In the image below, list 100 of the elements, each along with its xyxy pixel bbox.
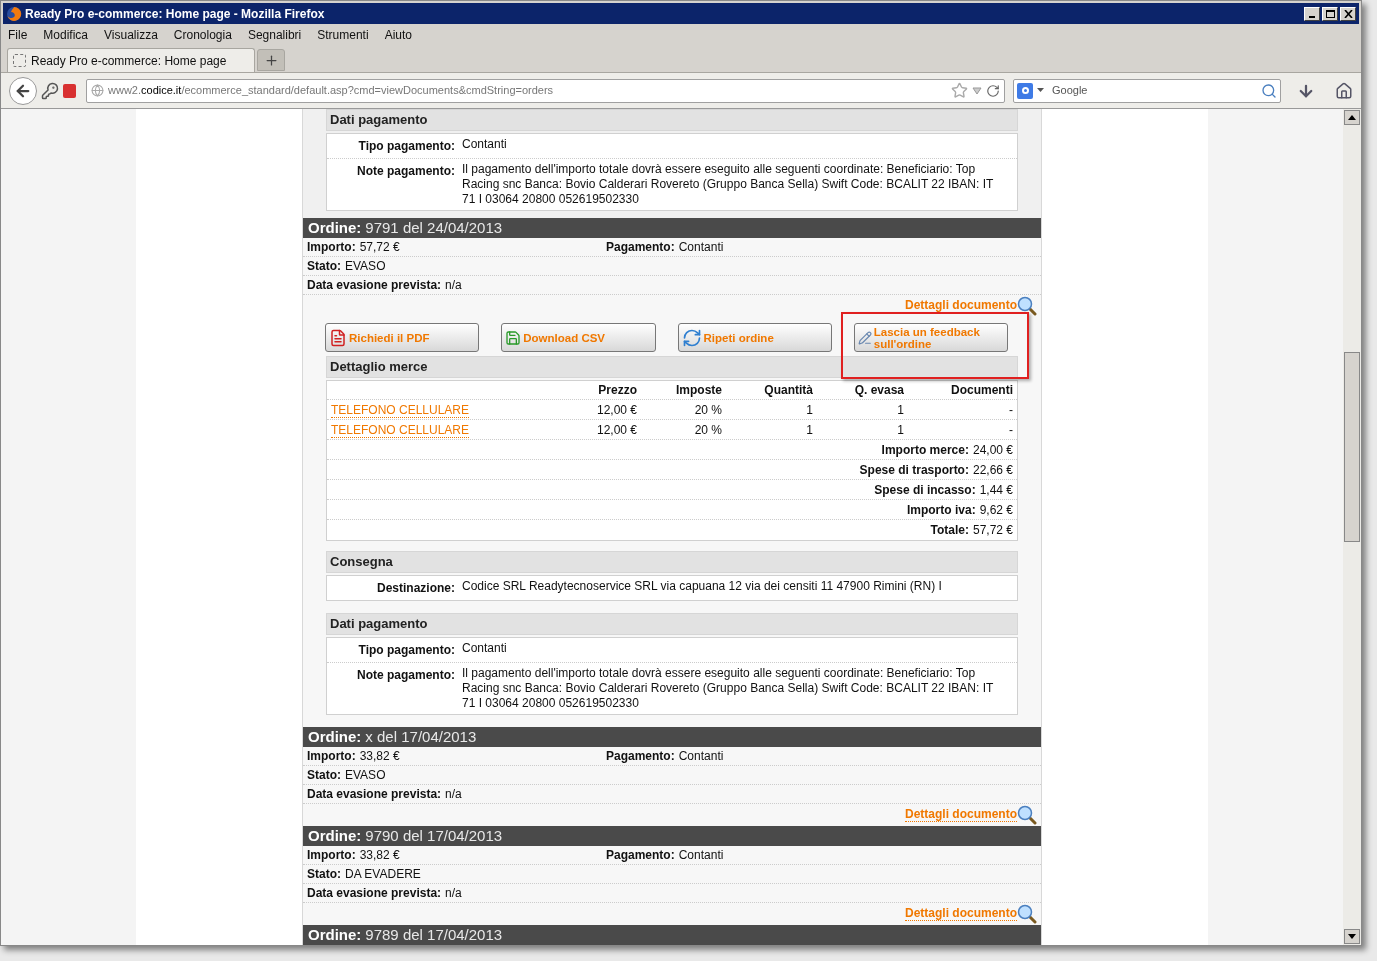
field-label: Stato: [307,767,341,784]
pdf-document-icon [329,328,347,347]
total-value: 57,72 € [972,522,1013,539]
column-header: Documenti [950,382,1013,399]
reload-icon[interactable] [986,83,1000,98]
field-value: Contanti [678,748,724,765]
total-value: 24,00 € [972,441,1013,459]
field-label: Stato: [307,866,341,883]
field-value: 57,72 € [359,239,400,256]
field-value: Il pagamento dell'importo totale dovrà essere eseguito alle seguenti coordinate: Beneficiario: Top Racing snc Banca: Bovio Calderari Rovereto (Gruppo Banca Sella) Swift Code: BCALIT 22 IBAN: IT 71 I 03064 20800 052619502330 [462,162,995,207]
magnifier-icon [1017,805,1037,825]
magnifier-icon [1017,904,1037,924]
minimize-button[interactable] [1304,6,1320,21]
refresh-icon [681,327,702,348]
search-icon[interactable] [1261,82,1277,99]
browser-tab[interactable]: Ready Pro e-commerce: Home page [7,48,255,72]
field-label: Tipo pagamento: [357,642,456,659]
total-label: Importo merce: [881,441,969,459]
section-header: Dati pagamento [326,109,1018,131]
new-tab-button[interactable] [257,49,285,71]
total-label: Spese di trasporto: [859,461,969,479]
scrollbar[interactable] [1343,109,1361,945]
total-value: 9,62 € [979,501,1013,519]
field-value: EVASO [345,258,386,275]
menu-item[interactable]: File [8,26,28,44]
total-label: Importo iva: [906,501,976,519]
total-label: Spese di incasso: [874,481,976,499]
dropdown-caret-icon[interactable] [972,86,982,95]
field-value: Contanti [462,137,508,153]
field-label: Pagamento: [606,748,675,765]
total-value: 22,66 € [972,461,1013,479]
order-label: Ordine: [308,217,362,238]
key-icon[interactable] [41,81,59,100]
page-icon [13,54,26,67]
table-cell-text: 1 [805,401,813,419]
field-value: n/a [445,277,462,294]
plugin-icon[interactable] [63,83,76,98]
field-label: Data evasione prevista: [307,885,442,902]
menu-item[interactable]: Cronologia [173,26,232,44]
field-label: Stato: [307,258,341,275]
column-header: Quantità [763,382,813,399]
table-cell-text: 1 [896,421,904,439]
field-value: 33,82 € [359,748,400,765]
table-cell-text: 20 % [693,421,722,439]
search-field[interactable]: Google [1013,78,1281,103]
total-value: 1,44 € [979,481,1013,499]
field-label: Data evasione prevista: [307,786,442,803]
order-title: 9791 del 24/04/2013 [365,217,503,238]
field-value: Contanti [462,641,508,657]
table-cell-text: 12,00 € [595,421,637,439]
back-button[interactable] [9,76,37,105]
maximize-button[interactable] [1322,6,1338,21]
scroll-up-icon[interactable] [1348,115,1356,120]
caret-icon[interactable] [1037,88,1044,93]
menu-item[interactable]: Modifica [43,26,89,44]
column-header: Prezzo [597,382,637,399]
menu-item[interactable]: Segnalibri [247,26,302,44]
menu-item[interactable]: Visualizza [104,26,158,44]
field-value: Contanti [678,847,724,864]
table-cell-text: - [1008,421,1013,439]
field-label: Importo: [307,748,356,765]
column-header: Q. evasa [853,382,904,399]
field-label: Importo: [307,239,356,256]
order-label: Ordine: [308,825,362,846]
scroll-down-icon[interactable] [1348,934,1356,939]
field-value: n/a [445,885,462,902]
field-label: Pagamento: [606,239,675,256]
order-title: 9789 del 17/04/2013 [365,924,503,945]
search-input[interactable]: Google [1052,82,1257,99]
scrollbar-thumb[interactable] [1344,352,1360,542]
globe-icon [91,84,104,97]
menu-item[interactable]: Strumenti [317,26,369,44]
magnifier-icon [1017,296,1037,316]
field-label: Pagamento: [606,847,675,864]
order-label: Ordine: [308,726,362,747]
field-value: EVASO [345,767,386,784]
bookmark-star-icon[interactable] [951,82,968,99]
field-label: Data evasione prevista: [307,277,442,294]
table-cell-text: 1 [805,421,813,439]
address-field[interactable]: www2.codice.it/ecommerce_standard/default.asp?cmd=viewDocuments&cmdString=orders [86,78,1005,103]
field-value: Il pagamento dell'importo totale dovrà essere eseguito alle seguenti coordinate: Beneficiario: Top Racing snc Banca: Bovio Calderari Rovereto (Gruppo Banca Sella) Swift Code: BCALIT 22 IBAN: IT 71 I 03064 20800 052619502330 [462,666,995,711]
table-cell-text: 12,00 € [595,401,637,419]
table-cell-text: - [1008,401,1013,419]
plus-icon[interactable] [263,52,279,68]
firefox-logo-icon [6,5,22,22]
field-value: n/a [445,786,462,803]
menu-item[interactable]: Aiuto [384,26,412,44]
field-label: Tipo pagamento: [357,138,456,155]
table-cell-text: 1 [896,401,904,419]
field-value: Contanti [678,239,724,256]
field-label: Note pagamento: [356,667,456,684]
section-header: Dettaglio merce [326,356,1018,378]
order-label: Ordine: [308,924,362,945]
total-label: Totale: [930,522,969,539]
field-label: Destinazione: [376,580,456,597]
home-icon[interactable] [1335,81,1353,100]
search-engine-icon[interactable] [1017,82,1033,99]
column-header: Imposte [675,382,722,399]
tab-label: Ready Pro e-commerce: Home page [31,52,227,70]
field-label: Note pagamento: [356,163,456,180]
